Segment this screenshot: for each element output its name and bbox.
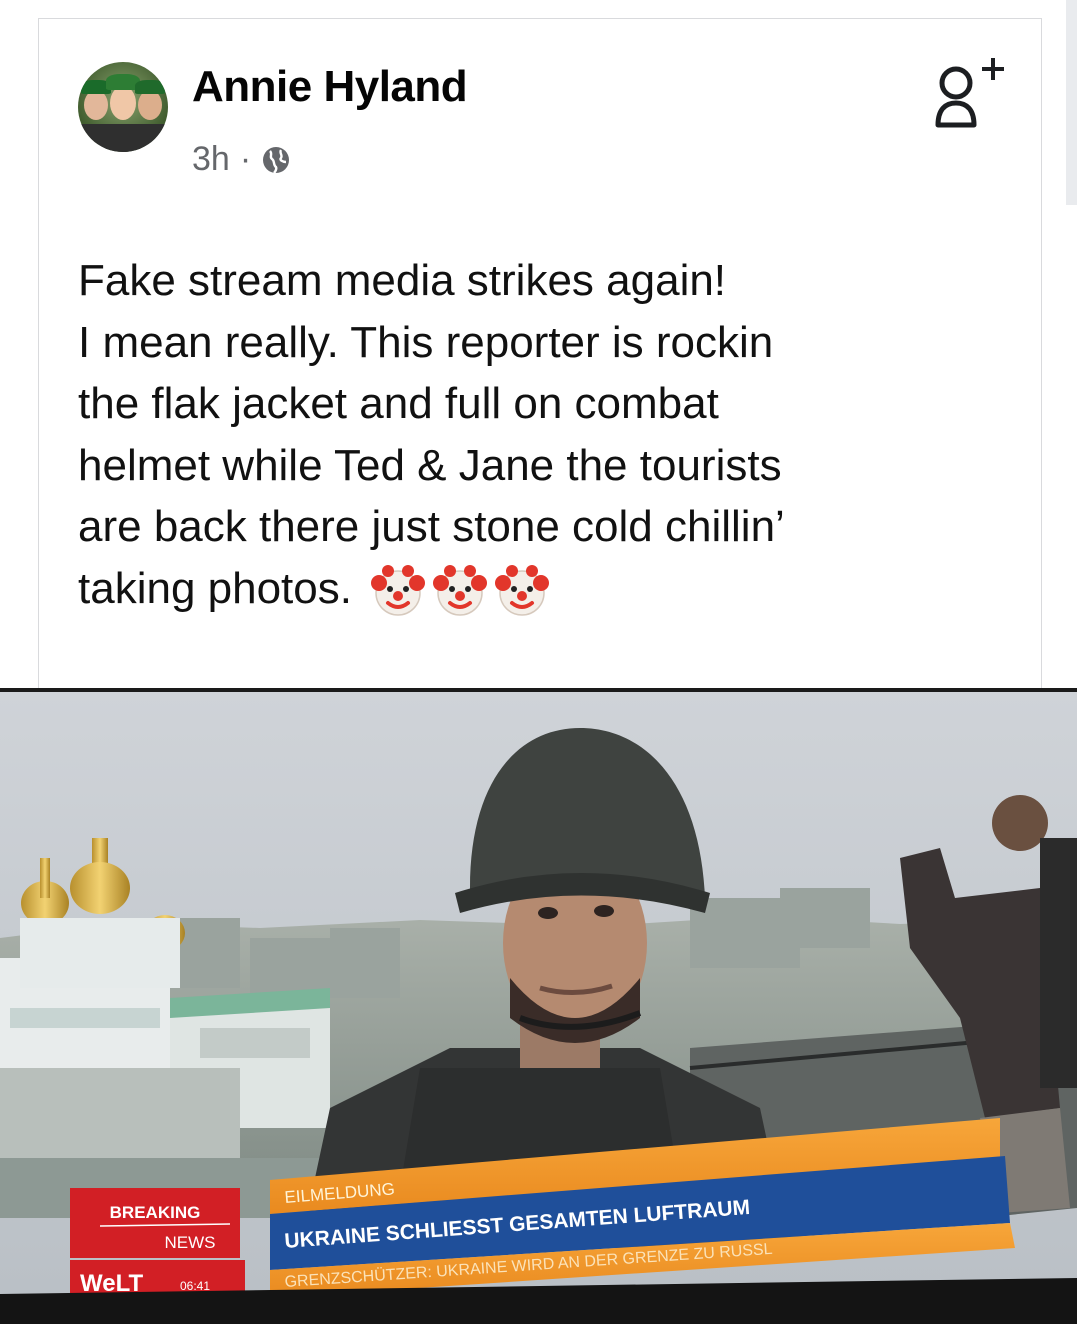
author-name[interactable]: Annie Hyland [192, 62, 468, 112]
clown-face-icon [495, 564, 550, 616]
breaking-label: BREAKING [110, 1203, 201, 1222]
post-meta: 3h · [192, 140, 291, 179]
post-line-last: taking photos. [78, 558, 1008, 620]
bottom-margin [0, 1324, 1077, 1344]
post-line: are back there just stone cold chillin’ [78, 502, 785, 551]
add-friend-icon[interactable] [932, 55, 1004, 130]
post-text: Fake stream media strikes again! I mean … [78, 250, 1008, 619]
clown-face-icon [371, 564, 426, 616]
tv-broadcast-image: BREAKING NEWS WeLT 06:41 EILMELDUNG UKRA… [0, 688, 1077, 1324]
post-line: I mean really. This reporter is rockin [78, 317, 774, 367]
meta-separator: · [239, 140, 252, 178]
tv-clock: 06:41 [180, 1279, 210, 1293]
post-line: Fake stream media strikes again! [78, 256, 727, 305]
post-photo[interactable]: BREAKING NEWS WeLT 06:41 EILMELDUNG UKRA… [0, 688, 1077, 1324]
news-label: NEWS [165, 1233, 216, 1252]
post-line: the flak jacket and full on combat [78, 379, 719, 428]
post-line: taking photos. [78, 563, 352, 613]
post-time[interactable]: 3h [192, 140, 230, 179]
avatar[interactable] [78, 62, 168, 152]
page-edge [1066, 0, 1077, 205]
globe-icon [263, 146, 290, 174]
post-line: helmet while Ted & Jane the tourists [78, 440, 782, 490]
clown-face-icon [433, 564, 488, 616]
